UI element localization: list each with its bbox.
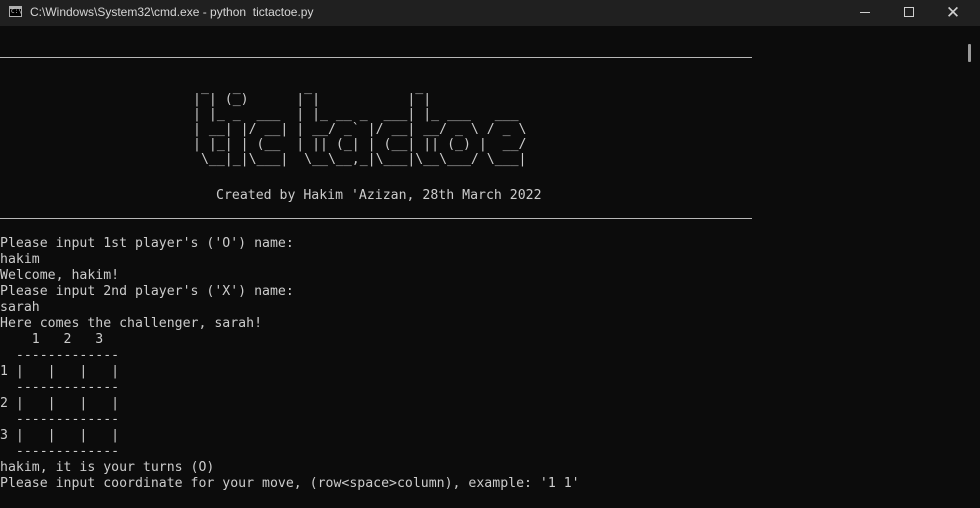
- banner-credit: Created by Hakim 'Azizan, 28th March 202…: [216, 188, 542, 203]
- banner-art-line: | | (_) | | | |: [193, 92, 432, 107]
- board-separator: -------------: [0, 444, 120, 459]
- input-player1-name: hakim: [0, 252, 40, 267]
- banner-bottom-rule: [0, 218, 752, 219]
- vertical-scrollbar[interactable]: [964, 28, 980, 508]
- board-separator: -------------: [0, 412, 120, 427]
- input-player2-name: sarah: [0, 300, 40, 315]
- scrollbar-thumb[interactable]: [968, 44, 971, 62]
- banner-art-line: | |_| | (__ | || (_| | (__| || (_) | __/: [193, 137, 527, 152]
- close-button[interactable]: ✕: [930, 0, 976, 26]
- challenger-message: Here comes the challenger, sarah!: [0, 316, 263, 331]
- board-separator: -------------: [0, 380, 120, 395]
- banner-art-line: | |_ _ ___ | |_ __ _ ___| |_ ___ ___: [193, 107, 519, 122]
- move-prompt: Please input coordinate for your move, (…: [0, 476, 580, 491]
- banner-art-line: | __| |/ __| | __/ _` |/ __| __/ _ \ / _…: [193, 122, 527, 137]
- minimize-icon: [860, 12, 870, 13]
- welcome-message: Welcome, hakim!: [0, 268, 120, 283]
- banner-top-rule: [0, 57, 752, 58]
- minimize-button[interactable]: [842, 0, 888, 26]
- title-bar[interactable]: C:\ C:\Windows\System32\cmd.exe - python…: [0, 0, 980, 26]
- prompt-player1: Please input 1st player's ('O') name:: [0, 236, 294, 251]
- window-title: C:\Windows\System32\cmd.exe - python tic…: [30, 5, 314, 19]
- turn-message: hakim, it is your turns (O): [0, 460, 215, 475]
- maximize-button[interactable]: [886, 0, 932, 26]
- maximize-icon: [904, 7, 914, 17]
- prompt-player2: Please input 2nd player's ('X') name:: [0, 284, 294, 299]
- console-output[interactable]: _ _ _ _ | | (_) | | | | | |_ _ ___ | |_ …: [0, 28, 964, 508]
- banner-art-line: \__|_|\___| \__\__,_|\___|\__\___/ \___|: [193, 152, 527, 167]
- board-row-2: 2 | | | |: [0, 396, 120, 411]
- board-column-header: 1 2 3: [0, 332, 104, 347]
- board-row-3: 3 | | | |: [0, 428, 120, 443]
- close-icon: ✕: [945, 3, 961, 22]
- console-icon-prompt: C:\: [11, 8, 22, 15]
- console-icon[interactable]: C:\: [9, 6, 22, 17]
- board-row-1: 1 | | | |: [0, 364, 120, 379]
- board-separator: -------------: [0, 348, 120, 363]
